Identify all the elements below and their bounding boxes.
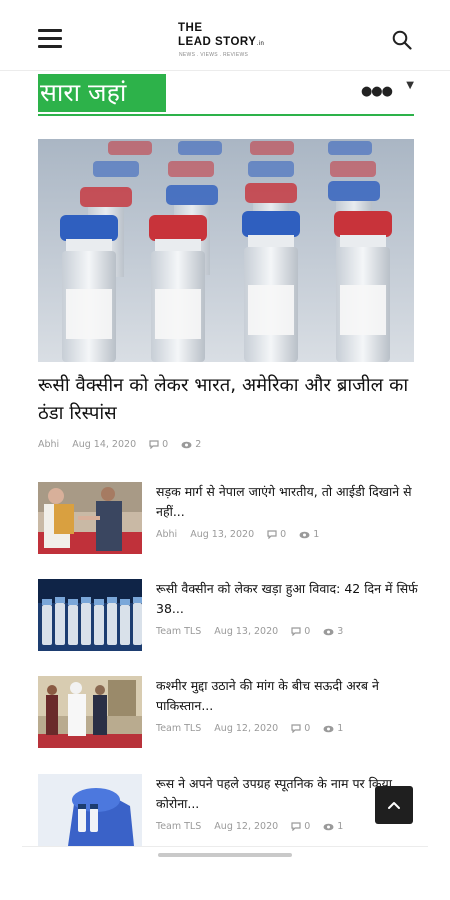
article-date: Aug 13, 2020 (190, 529, 255, 540)
view-count: 1 (337, 723, 344, 734)
view-count: 1 (313, 529, 320, 540)
eye-icon (323, 725, 334, 732)
comment-icon (267, 530, 277, 539)
section-title: सारा जहां (38, 74, 166, 112)
list-item[interactable]: कश्मीर मुद्दा उठाने की मांग के बीच सऊदी … (38, 676, 418, 752)
article-meta: Abhi Aug 13, 2020 0 1 (156, 529, 319, 540)
chevron-down-icon[interactable]: ▼ (406, 80, 414, 91)
comment-icon (291, 627, 301, 636)
home-indicator[interactable] (158, 853, 292, 857)
article-title[interactable]: कश्मीर मुद्दा उठाने की मांग के बीच सऊदी … (156, 676, 418, 716)
logo-line-1: THE (178, 22, 203, 34)
eye-icon (299, 531, 310, 538)
list-item[interactable]: रूस ने अपने पहले उपग्रह स्पूतनिक के नाम … (38, 774, 418, 850)
search-icon[interactable] (392, 30, 412, 50)
site-logo[interactable]: THE LEAD STORY.in NEWS . VIEWS . REVIEWS (176, 22, 280, 62)
article-date: Aug 14, 2020 (72, 439, 137, 450)
divider (22, 846, 428, 847)
featured-article-title[interactable]: रूसी वैक्सीन को लेकर भारत, अमेरिका और ब्… (38, 372, 418, 428)
article-thumbnail[interactable] (38, 579, 142, 651)
section-header: सारा जहां ●●● ▼ (38, 74, 414, 116)
article-title[interactable]: रूसी वैक्सीन को लेकर खड़ा हुआ विवाद: 42 … (156, 579, 418, 619)
list-item[interactable]: सड़क मार्ग से नेपाल जाएंगे भारतीय, तो आई… (38, 482, 418, 558)
article-author[interactable]: Abhi (38, 439, 59, 450)
comment-icon (291, 822, 301, 831)
more-dots-icon[interactable]: ●●● (361, 84, 393, 99)
logo-line-2: LEAD STORY.in (178, 36, 265, 48)
comment-count: 0 (304, 723, 311, 734)
back-to-top-button[interactable] (375, 786, 413, 824)
article-thumbnail[interactable] (38, 676, 142, 748)
article-meta: Team TLS Aug 12, 2020 0 1 (156, 821, 343, 832)
chevron-up-icon (388, 802, 400, 809)
comment-count: 0 (304, 821, 311, 832)
article-meta: Team TLS Aug 13, 2020 0 3 (156, 626, 343, 637)
view-count: 2 (195, 439, 202, 450)
comment-count: 0 (162, 439, 169, 450)
comment-icon (149, 440, 159, 449)
hamburger-menu-icon[interactable] (38, 29, 62, 49)
eye-icon (323, 628, 334, 635)
comment-count: 0 (280, 529, 287, 540)
featured-article-meta: Abhi Aug 14, 2020 0 2 (38, 439, 201, 450)
article-author[interactable]: Team TLS (156, 821, 201, 832)
view-count: 3 (337, 626, 344, 637)
list-item[interactable]: रूसी वैक्सीन को लेकर खड़ा हुआ विवाद: 42 … (38, 579, 418, 655)
eye-icon (323, 823, 334, 830)
article-author[interactable]: Abhi (156, 529, 177, 540)
article-date: Aug 13, 2020 (214, 626, 279, 637)
eye-icon (181, 441, 192, 448)
article-date: Aug 12, 2020 (214, 723, 279, 734)
logo-tagline: NEWS . VIEWS . REVIEWS (179, 52, 249, 58)
view-count: 1 (337, 821, 344, 832)
article-meta: Team TLS Aug 12, 2020 0 1 (156, 723, 343, 734)
article-thumbnail[interactable] (38, 774, 142, 846)
article-title[interactable]: सड़क मार्ग से नेपाल जाएंगे भारतीय, तो आई… (156, 482, 418, 522)
comment-icon (291, 724, 301, 733)
article-date: Aug 12, 2020 (214, 821, 279, 832)
featured-article-image[interactable] (38, 139, 414, 362)
article-thumbnail[interactable] (38, 482, 142, 554)
article-author[interactable]: Team TLS (156, 626, 201, 637)
top-app-bar: THE LEAD STORY.in NEWS . VIEWS . REVIEWS (0, 0, 450, 71)
article-author[interactable]: Team TLS (156, 723, 201, 734)
comment-count: 0 (304, 626, 311, 637)
